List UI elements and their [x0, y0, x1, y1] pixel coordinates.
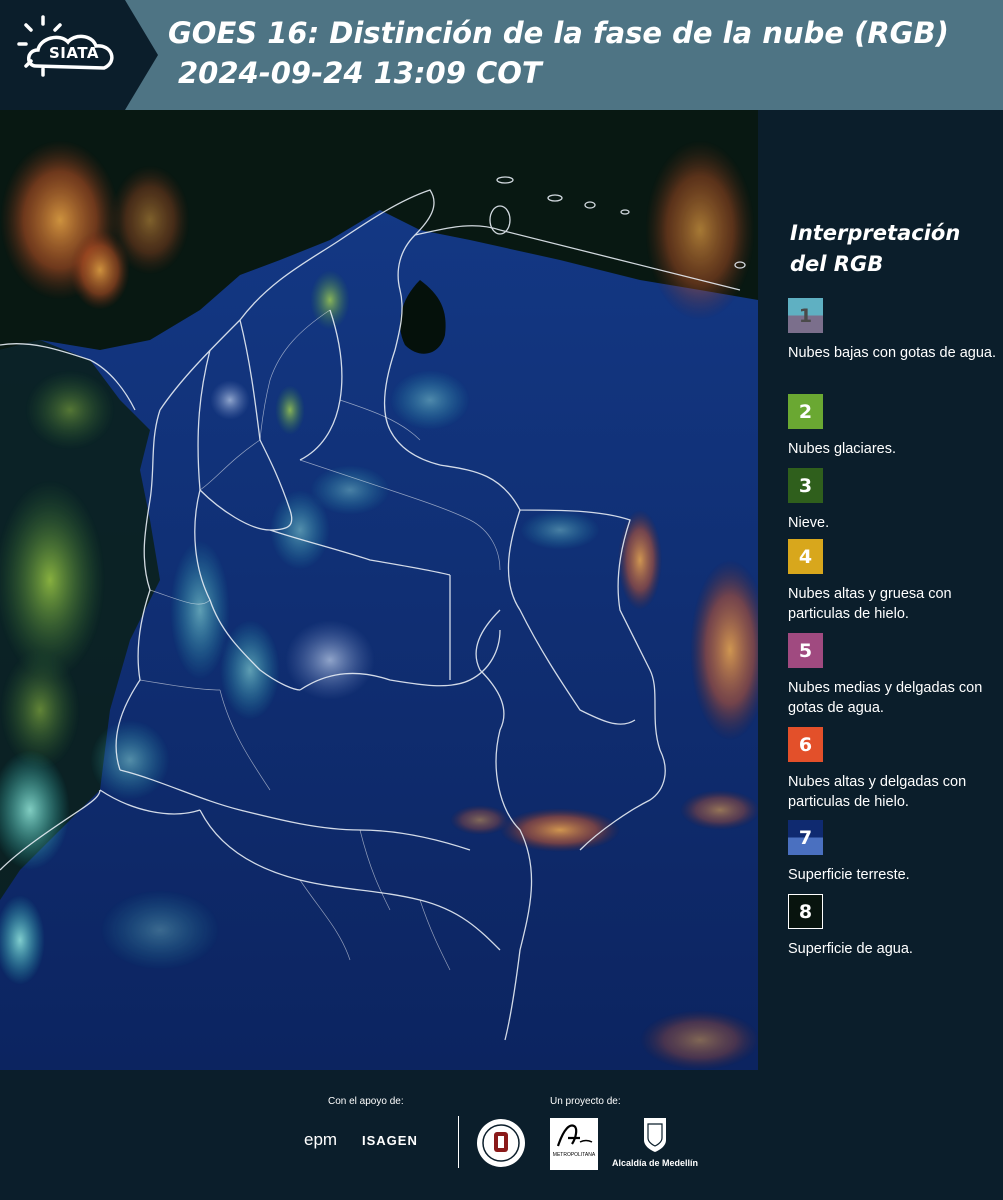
- siata-logo: SIATA: [0, 0, 160, 110]
- alcaldia-shield-icon: [644, 1118, 666, 1152]
- map-image: [0, 110, 758, 1070]
- isagen-logo: ISAGEN: [362, 1133, 418, 1148]
- legend-number-7: 7: [798, 826, 813, 849]
- legend-swatch-7: 7: [788, 820, 823, 855]
- area-label: METROPOLITANA: [552, 1152, 596, 1158]
- legend-title: Interpretación del RGB: [790, 221, 961, 276]
- legend-number-8: 8: [798, 900, 813, 923]
- logo-text: SIATA: [49, 44, 100, 62]
- legend-label-5: Nubes medias y delgadas con gotas de agu…: [788, 680, 983, 716]
- legend-item-5: 5 Nubes medias y delgadas con gotas de a…: [788, 633, 998, 718]
- epm-logo: epm: [304, 1130, 338, 1149]
- project-label: Un proyecto de:: [550, 1096, 621, 1107]
- support-label: Con el apoyo de:: [328, 1096, 404, 1107]
- legend-label-4: Nubes altas y gruesa con particulas de h…: [788, 586, 952, 622]
- legend-swatch-5: 5: [788, 633, 823, 668]
- legend-number-5: 5: [798, 639, 813, 662]
- footer-divider: [458, 1116, 459, 1168]
- legend-item-3: 3 Nieve.: [788, 468, 998, 533]
- legend-label-1: Nubes bajas con gotas de agua.: [788, 345, 996, 361]
- legend-number-6: 6: [798, 733, 813, 756]
- legend-label-8: Superficie de agua.: [788, 941, 913, 957]
- legend-item-2: 2 Nubes glaciares.: [788, 394, 998, 459]
- legend-number-3: 3: [798, 474, 813, 497]
- legend-item-4: 4 Nubes altas y gruesa con particulas de…: [788, 539, 998, 624]
- legend-label-2: Nubes glaciares.: [788, 441, 896, 457]
- legend-label-7: Superficie terreste.: [788, 867, 910, 883]
- legend-swatch-8: 8: [788, 894, 823, 929]
- legend-swatch-1: 1: [788, 298, 823, 333]
- legend-item-6: 6 Nubes altas y delgadas con particulas …: [788, 727, 998, 812]
- legend-swatch-6: 6: [788, 727, 823, 762]
- legend-panel: Interpretación del RGB 1 Nubes bajas con…: [758, 110, 1003, 1070]
- legend-item-7: 7 Superficie terreste.: [788, 820, 998, 885]
- legend-number-1: 1: [798, 304, 813, 327]
- page-title: GOES 16: Distinción de la fase de la nub…: [168, 16, 949, 50]
- legend-label-6: Nubes altas y delgadas con particulas de…: [788, 774, 967, 810]
- legend-swatch-3: 3: [788, 468, 823, 503]
- legend-swatch-2: 2: [788, 394, 823, 429]
- university-seal-icon: [477, 1119, 525, 1167]
- area-metropolitana-logo: METROPOLITANA: [550, 1118, 598, 1170]
- footer: Con el apoyo de: Un proyecto de: epm ISA…: [0, 1070, 1003, 1200]
- header-bar: SIATA GOES 16: Distinción de la fase de …: [0, 0, 1003, 110]
- legend-number-2: 2: [798, 400, 813, 423]
- satellite-map: [0, 110, 758, 1070]
- alcaldia-label: Alcaldía de Medellín: [612, 1158, 699, 1168]
- legend-item-8: 8 Superficie de agua.: [788, 894, 998, 959]
- timestamp: 2024-09-24 13:09 COT: [178, 56, 542, 90]
- area-mark-icon: [556, 1124, 593, 1147]
- legend-number-4: 4: [798, 545, 813, 568]
- legend-item-1: 1 Nubes bajas con gotas de agua.: [788, 298, 998, 363]
- legend-swatch-4: 4: [788, 539, 823, 574]
- legend-label-3: Nieve.: [788, 515, 830, 531]
